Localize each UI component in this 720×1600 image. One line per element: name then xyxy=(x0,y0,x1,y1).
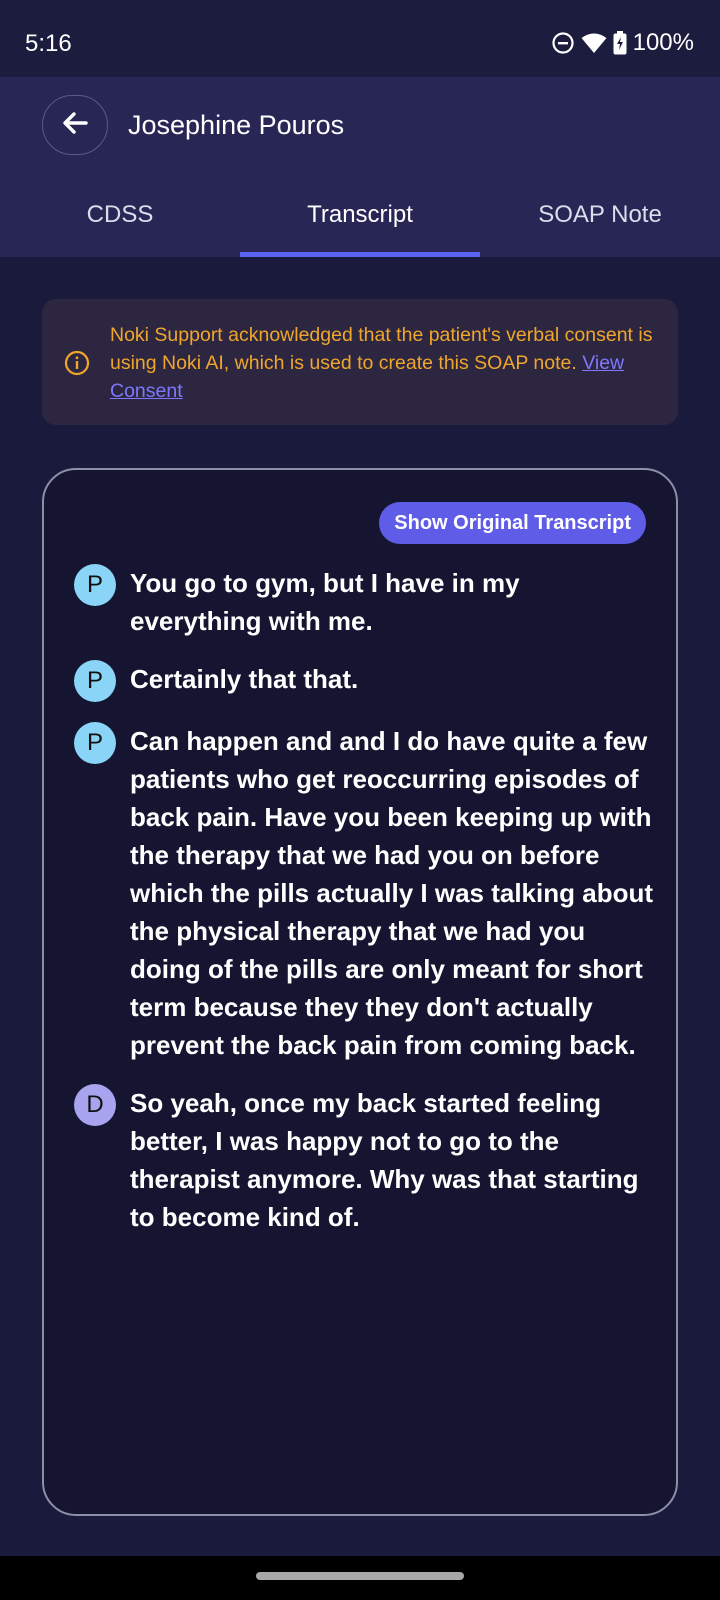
utterance-text: You go to gym, but I have in my everythi… xyxy=(130,568,520,636)
tab-cdss[interactable]: CDSS xyxy=(0,177,240,257)
consent-text: Noki Support acknowledged that the patie… xyxy=(110,324,653,374)
system-nav-bar xyxy=(0,1556,720,1600)
page-title: Josephine Pouros xyxy=(128,110,345,140)
transcript-list: P You go to gym, but I have in my everyt… xyxy=(74,564,654,1256)
utterance-text: So yeah, once my back started feeling be… xyxy=(130,1088,639,1232)
show-original-transcript-button[interactable]: Show Original Transcript xyxy=(379,502,646,544)
tab-bar: CDSS Transcript SOAP Note xyxy=(0,177,720,257)
battery-charging-icon xyxy=(613,31,627,55)
consent-message: Noki Support acknowledged that the patie… xyxy=(110,321,655,405)
consent-banner: Noki Support acknowledged that the patie… xyxy=(42,299,678,425)
tab-soap-note[interactable]: SOAP Note xyxy=(480,177,720,257)
utterance-text: Certainly that that. xyxy=(130,664,359,694)
utterance: P You go to gym, but I have in my everyt… xyxy=(74,564,654,640)
utterance: P Certainly that that. xyxy=(74,660,654,702)
utterance: D So yeah, once my back started feeling … xyxy=(74,1084,654,1236)
app-header: Josephine Pouros CDSS Transcript SOAP No… xyxy=(0,77,720,257)
wifi-icon xyxy=(581,32,607,54)
patient-avatar: P xyxy=(74,660,116,702)
utterance-text: Can happen and and I do have quite a few… xyxy=(130,726,653,1060)
status-bar: 5:16 100% xyxy=(0,0,720,77)
do-not-disturb-icon xyxy=(551,31,575,55)
tab-transcript[interactable]: Transcript xyxy=(240,177,480,257)
info-icon xyxy=(64,350,90,376)
patient-avatar: P xyxy=(74,564,116,606)
patient-avatar: P xyxy=(74,722,116,764)
transcript-card: Show Original Transcript P You go to gym… xyxy=(42,468,678,1516)
status-icons: 100% xyxy=(551,28,694,58)
arrow-left-icon xyxy=(62,111,88,140)
status-time: 5:16 xyxy=(25,30,72,57)
home-gesture-handle[interactable] xyxy=(256,1572,464,1580)
doctor-avatar: D xyxy=(74,1084,116,1126)
battery-percent: 100% xyxy=(632,29,694,56)
back-button[interactable] xyxy=(42,95,108,155)
utterance: P Can happen and and I do have quite a f… xyxy=(74,722,654,1064)
